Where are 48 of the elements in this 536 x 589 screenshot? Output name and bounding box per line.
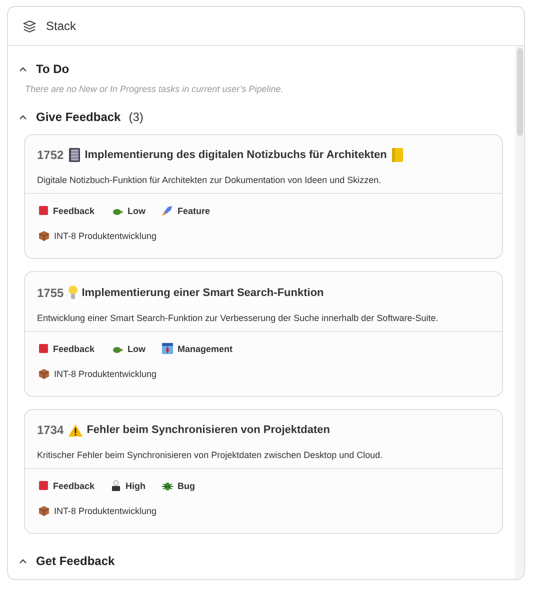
rocket-icon [162,205,173,216]
notebook-icon [68,148,81,162]
bird-icon [110,480,121,491]
project-label: INT-8 Produktentwicklung [54,506,157,516]
project-label: INT-8 Produktentwicklung [54,369,157,379]
tag-label: Feature [178,206,210,216]
task-card[interactable]: 1734 Fehler beim Synchronisieren von Projektdaten Kritischer Fehler beim Synchronisieren von Projektdaten zwischen Desktop und Cloud. Feedback High Bug INT-8 Produktentwicklung [24,409,503,534]
book-icon [390,148,404,162]
section-title[interactable]: Give Feedback [36,110,121,124]
task-id: 1752 [37,148,64,162]
section-title[interactable]: To Do [36,62,70,76]
bug-icon [162,480,173,491]
task-description: Kritischer Fehler beim Synchronisieren von Projektdaten zwischen Desktop und Cloud. [37,450,384,460]
task-id: 1755 [37,286,64,300]
tag-label: Feedback [53,206,95,216]
box-icon [39,506,49,516]
warning-icon [68,424,83,436]
task-card[interactable]: 1755 Implementierung einer Smart Search-Funktion Entwicklung einer Smart Search-Funktion zur Verbesserung der Suche innerhalb der Software-Suite. Feedback Low Management INT-8 Produktentwicklung [24,271,503,397]
light-bulb-icon [68,285,78,300]
task-id: 1734 [37,423,64,437]
empty-message: There are no New or In Progress tasks in current user’s Pipeline. [24,83,284,96]
layers-icon [23,20,36,32]
task-card[interactable]: 1752 Implementierung des digitalen Notizbuchs für Architekten Digitale Notizbuch-Funktion für Architekten zur Dokumentation von Ideen und Skizzen. Feedback Low Feature INT-8 Produktentwicklung [24,134,503,259]
project-label: INT-8 Produktentwicklung [54,231,157,241]
person-icon [162,343,173,354]
square-icon [39,481,48,490]
task-title: Fehler beim Synchronisieren von Projektdaten [86,424,330,436]
square-icon [39,206,48,215]
box-icon [39,231,49,241]
tag-label: Low [128,344,146,354]
task-description: Entwicklung einer Smart Search-Funktion zur Verbesserung der Suche innerhalb der Software-Suite. [37,313,440,323]
turtle-icon [110,206,123,214]
task-title: Implementierung des digitalen Notizbuchs für Architekten [84,149,387,161]
scrollbar[interactable] [515,46,524,579]
panel-title: Stack [46,19,76,33]
tag-label: High [126,480,146,490]
tag-label: Management [178,344,233,354]
tag-label: Bug [178,480,196,490]
section-count: (3) [128,110,144,124]
turtle-icon [110,344,123,352]
task-title: Implementierung einer Smart Search-Funktion [82,286,324,298]
tag-label: Low [128,206,146,216]
square-icon [39,344,48,353]
tag-label: Feedback [53,480,95,490]
section-title[interactable]: Get Feedback [36,554,115,568]
task-description: Digitale Notizbuch-Funktion für Architekten zur Dokumentation von Ideen und Skizzen. [37,175,382,185]
box-icon [39,369,49,379]
tag-label: Feedback [53,344,95,354]
